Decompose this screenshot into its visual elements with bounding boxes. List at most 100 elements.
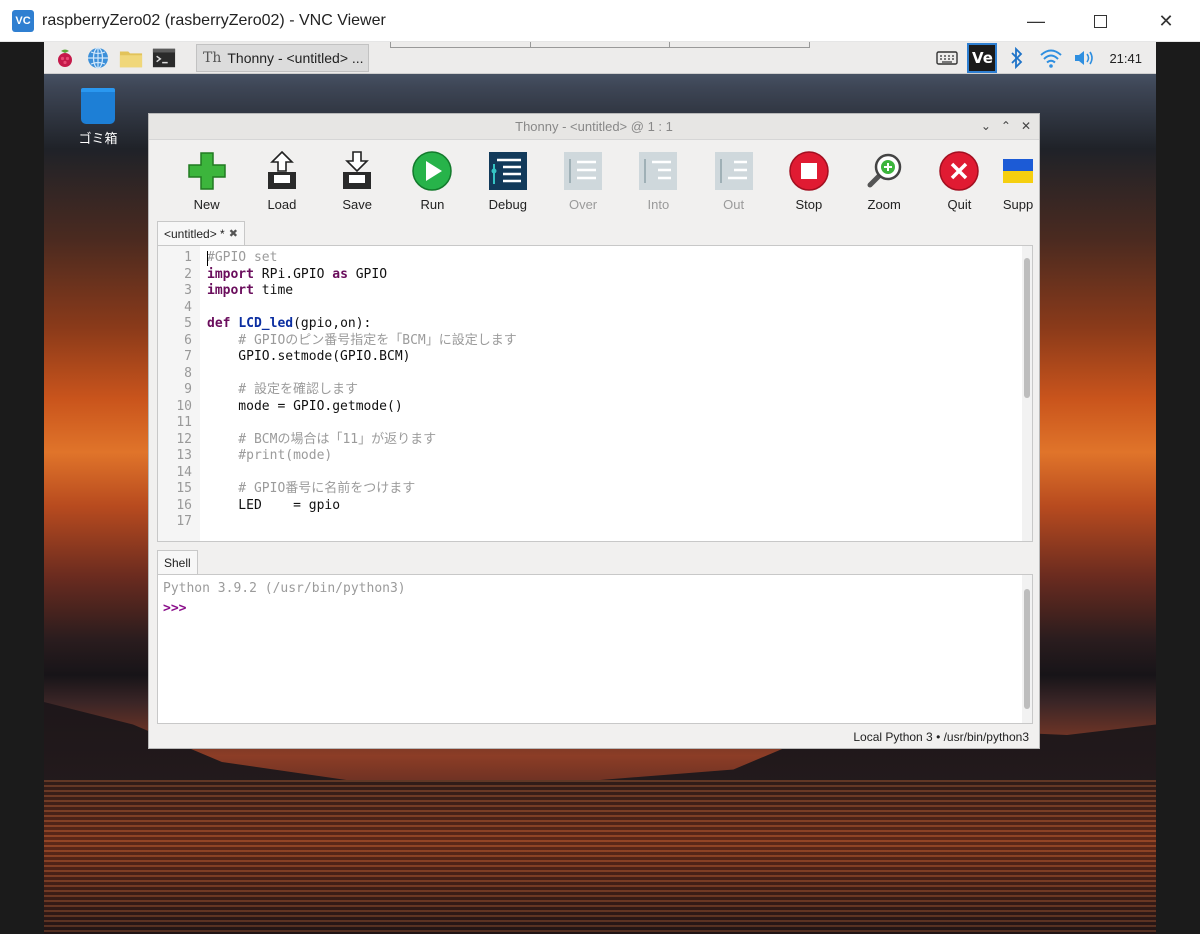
quit-label: Quit <box>947 197 972 212</box>
code-line[interactable]: # GPIOのピン番号指定を「BCM」に設定します <box>207 332 517 350</box>
interpreter-status[interactable]: Local Python 3 • /usr/bin/python3 <box>853 730 1029 744</box>
zoom-label: Zoom <box>867 197 901 212</box>
file-manager-icon[interactable] <box>119 46 143 70</box>
debug-button[interactable]: Debug <box>470 150 545 212</box>
code-line[interactable]: #print(mode) <box>207 448 517 465</box>
system-tray: Ve 21:41 <box>927 42 1156 74</box>
code-token: # GPIOのピン番号指定を「BCM」に設定します <box>207 332 517 348</box>
quit-button[interactable]: Quit <box>922 150 997 212</box>
code-line[interactable]: # GPIO番号に名前をつけます <box>207 481 517 498</box>
shell-scrollbar[interactable] <box>1022 575 1032 723</box>
step-over-icon <box>564 152 603 190</box>
vnc-server-icon[interactable]: Ve <box>967 43 998 73</box>
save-icon <box>343 151 372 189</box>
bluetooth-icon[interactable] <box>1003 44 1031 72</box>
code-token: def <box>207 316 231 331</box>
shell-tab[interactable]: Shell <box>157 550 198 574</box>
code-token: #GPIO set <box>207 250 278 265</box>
code-line[interactable]: LED = gpio <box>207 498 517 515</box>
shell-tab-label: Shell <box>164 555 191 570</box>
quit-icon <box>939 151 980 191</box>
step-into-icon <box>639 152 678 190</box>
code-token: GPIO <box>347 266 388 282</box>
code-line[interactable]: # BCMの場合は「11」が返ります <box>207 432 517 449</box>
save-label: Save <box>342 197 373 212</box>
editor-tab-untitled[interactable]: <untitled> * ✖ <box>157 221 245 245</box>
desktop-trash[interactable]: ゴミ箱 <box>74 88 122 147</box>
maximize-button[interactable] <box>1070 0 1130 42</box>
code-editor[interactable]: 1 2 3 4 5 6 7 8 9 10 11 12 13 14 15 16 17 #GPIO set impor… <box>157 245 1033 542</box>
load-button[interactable]: Load <box>244 150 319 212</box>
web-browser-icon[interactable] <box>86 46 110 70</box>
line-number: 11 <box>176 415 192 430</box>
code-line[interactable]: import RPi.GPIO as GPIO <box>207 267 517 284</box>
raspberry-menu-icon[interactable] <box>53 46 77 70</box>
code-line[interactable]: def LCD_led(gpio,on): <box>207 316 517 333</box>
code-token: #print(mode) <box>207 448 333 463</box>
code-token: # BCMの場合は「11」が返ります <box>207 431 437 447</box>
support-label: Supp <box>1002 197 1034 212</box>
code-line[interactable] <box>207 366 517 383</box>
code-line[interactable] <box>207 514 517 531</box>
minimize-button[interactable]: — <box>1006 0 1066 42</box>
editor-scrollbar[interactable] <box>1022 246 1032 541</box>
line-number: 17 <box>176 514 192 529</box>
new-button[interactable]: New <box>169 150 244 212</box>
step-over-label: Over <box>568 197 598 212</box>
code-token: import <box>207 283 254 298</box>
stop-button[interactable]: Stop <box>771 150 846 212</box>
thonny-minimize-icon[interactable]: ⌄ <box>981 119 991 133</box>
code-token: # 設定を確認します <box>207 382 358 397</box>
code-token: as <box>332 266 348 282</box>
code-token: GPIO.setmode(GPIO.BCM) <box>207 349 411 364</box>
volume-icon[interactable] <box>1071 44 1099 72</box>
code-text[interactable]: #GPIO set import RPi.GPIO as GPIO import t… <box>207 250 517 531</box>
shell-python-version: Python 3.9.2 (/usr/bin/python3) <box>163 581 406 596</box>
shell-prompt: >>> <box>163 601 187 616</box>
line-number: 6 <box>184 332 192 348</box>
line-number-gutter: 1 2 3 4 5 6 7 8 9 10 11 12 13 14 15 16 17 <box>158 246 200 541</box>
code-line[interactable]: mode = GPIO.getmode() <box>207 399 517 416</box>
thonny-titlebar[interactable]: Thonny - <untitled> @ 1 : 1 ⌄ ⌃ ✕ <box>149 114 1039 140</box>
text-cursor <box>207 251 208 266</box>
code-line[interactable]: # 設定を確認します <box>207 382 517 399</box>
debug-label: Debug <box>488 197 527 212</box>
keyboard-icon[interactable] <box>933 44 961 72</box>
line-number: 8 <box>184 365 192 381</box>
editor-scroll-thumb[interactable] <box>1024 258 1030 398</box>
code-line[interactable]: GPIO.setmode(GPIO.BCM) <box>207 349 517 366</box>
run-button[interactable]: Run <box>395 150 470 212</box>
run-icon <box>412 151 453 191</box>
terminal-icon[interactable] <box>152 46 176 70</box>
thonny-logo-icon: Th <box>203 50 222 66</box>
tab-close-icon[interactable]: ✖ <box>229 227 238 240</box>
wifi-icon[interactable] <box>1037 44 1065 72</box>
step-out-icon <box>714 152 753 190</box>
code-line[interactable]: import time <box>207 283 517 300</box>
line-number: 3 <box>184 283 192 298</box>
close-button[interactable]: ✕ <box>1136 0 1196 42</box>
step-over-button[interactable]: Over <box>545 150 620 212</box>
thonny-close-icon[interactable]: ✕ <box>1021 119 1031 133</box>
clock[interactable]: 21:41 <box>1109 51 1142 66</box>
thonny-maximize-icon[interactable]: ⌃ <box>1001 119 1011 133</box>
line-number: 10 <box>176 398 192 414</box>
zoom-button[interactable]: Zoom <box>847 150 922 212</box>
code-line[interactable] <box>207 415 517 432</box>
step-into-label: Into <box>647 197 670 212</box>
save-button[interactable]: Save <box>320 150 395 212</box>
shell-console[interactable]: Python 3.9.2 (/usr/bin/python3) >>> <box>157 574 1033 724</box>
code-line[interactable] <box>207 465 517 482</box>
wallpaper-lake <box>44 780 1156 934</box>
step-into-button[interactable]: Into <box>621 150 696 212</box>
taskbar-thonny-button[interactable]: Th Thonny - <untitled> ... <box>196 44 369 72</box>
code-line[interactable] <box>207 300 517 317</box>
code-token: RPi.GPIO <box>253 266 333 282</box>
step-out-button[interactable]: Out <box>696 150 771 212</box>
support-button[interactable]: Supp <box>997 150 1039 212</box>
debug-icon <box>488 152 527 190</box>
code-line[interactable]: #GPIO set <box>207 250 517 267</box>
shell-scroll-thumb[interactable] <box>1024 589 1030 709</box>
panel-spacer <box>390 42 810 48</box>
run-label: Run <box>420 197 445 212</box>
